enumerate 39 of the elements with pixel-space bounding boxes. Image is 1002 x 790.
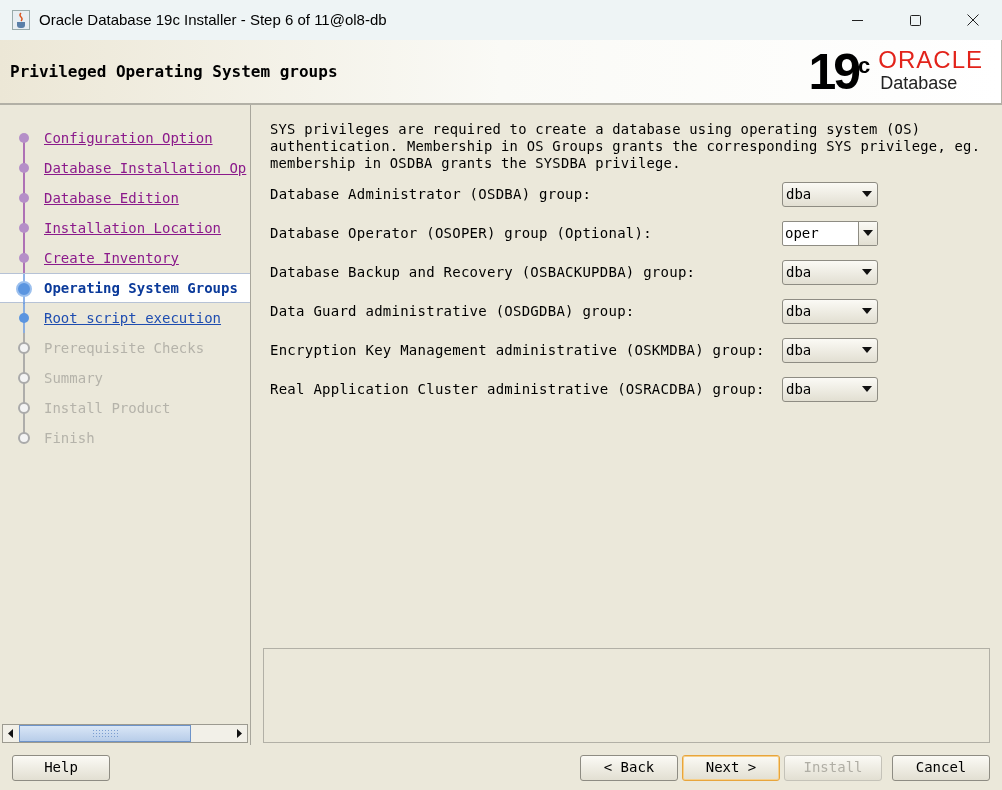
dropdown-arrow-icon bbox=[862, 386, 872, 392]
group-label: Database Backup and Recovery (OSBACKUPDBA) group: bbox=[270, 262, 696, 282]
wizard-step[interactable]: Configuration Option bbox=[0, 123, 250, 153]
group-label: Encryption Key Management administrative (OSKMDBA) group: bbox=[270, 340, 765, 360]
group-label: Real Application Cluster administrative (OSRACDBA) group: bbox=[270, 379, 765, 399]
help-button[interactable]: Help bbox=[12, 754, 110, 781]
wizard-step[interactable]: Database Edition bbox=[0, 183, 250, 213]
window-title: Oracle Database 19c Installer - Step 6 of 11@ol8-db bbox=[39, 9, 387, 30]
java-cup-icon bbox=[12, 10, 30, 30]
wizard-step[interactable]: Installation Location bbox=[0, 213, 250, 243]
wizard-step[interactable]: Create Inventory bbox=[0, 243, 250, 273]
dropdown-arrow-icon bbox=[862, 308, 872, 314]
close-icon bbox=[967, 14, 979, 26]
group-dropdown[interactable]: dba bbox=[782, 181, 878, 207]
dropdown-arrow-icon bbox=[862, 191, 872, 197]
wizard-button[interactable]: Next > bbox=[682, 754, 780, 781]
group-dropdown[interactable]: dba bbox=[782, 259, 878, 285]
page-heading: Privileged Operating System groups bbox=[10, 60, 338, 83]
group-dropdown[interactable]: dba bbox=[782, 298, 878, 324]
group-label: Data Guard administrative (OSDGDBA) group: bbox=[270, 301, 635, 321]
group-label: Database Administrator (OSDBA) group: bbox=[270, 184, 592, 204]
minimize-icon bbox=[851, 19, 863, 21]
wizard-button[interactable]: < Back bbox=[580, 754, 678, 781]
horizontal-scrollbar[interactable] bbox=[2, 724, 248, 743]
maximize-icon bbox=[909, 14, 921, 26]
group-combo-box[interactable]: oper bbox=[782, 220, 878, 246]
wizard-button[interactable]: Cancel bbox=[892, 754, 990, 781]
intro-paragraph: SYS privileges are required to create a database using operating system (OS) authentication. Membership in OS Groups grants the corresponding SYS privilege, eg. membership in OSDBA grants the SYSDBA privilege. bbox=[270, 121, 982, 172]
dropdown-arrow-icon bbox=[862, 347, 872, 353]
step-marker-icon bbox=[14, 274, 34, 304]
group-dropdown[interactable]: dba bbox=[782, 337, 878, 363]
scrollbar-thumb[interactable] bbox=[19, 725, 191, 742]
dropdown-arrow-icon bbox=[862, 269, 872, 275]
wizard-step[interactable]: Operating System Groups bbox=[0, 273, 250, 303]
wizard-step[interactable]: Database Installation Op bbox=[0, 153, 250, 183]
group-dropdown[interactable]: dba bbox=[782, 376, 878, 402]
group-label: Database Operator (OSOPER) group (Optional): bbox=[270, 223, 652, 243]
dropdown-arrow-icon bbox=[863, 230, 873, 236]
wizard-step[interactable]: Root script execution bbox=[0, 303, 250, 333]
